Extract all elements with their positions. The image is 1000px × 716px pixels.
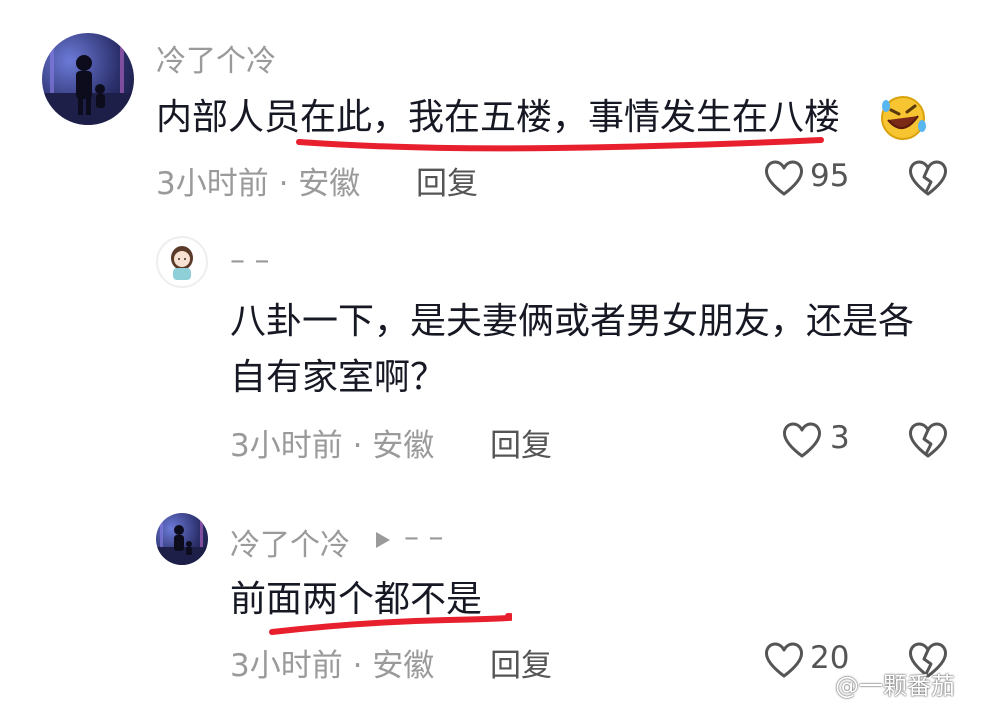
comment-text-line: 自有家室啊？ (230, 357, 447, 398)
comment-username[interactable]: 冷了个冷 (230, 520, 350, 564)
rolling-laughing-emoji-icon (878, 94, 928, 146)
comment-username[interactable]: – – (230, 243, 270, 278)
broken-heart-icon[interactable] (906, 420, 950, 464)
avatar[interactable] (42, 33, 134, 125)
broken-heart-icon[interactable] (906, 158, 950, 202)
avatar-figure-icon (42, 39, 134, 125)
comment-time-location: 3小时前 · 安徽 (156, 166, 361, 202)
reply-button[interactable]: 回复 (490, 640, 552, 685)
avatar-figure-icon (156, 517, 208, 565)
like-count: 95 (810, 158, 850, 194)
heart-icon[interactable] (781, 420, 823, 464)
like-count: 3 (830, 420, 850, 456)
comment-time-location: 3小时前 · 安徽 (230, 648, 435, 684)
comment-username[interactable]: 冷了个冷 (156, 36, 276, 80)
red-underline (269, 613, 512, 635)
comment-text-line: 八卦一下，是夫妻俩或者男女朋友，还是各 (230, 301, 915, 342)
heart-icon[interactable] (763, 158, 805, 202)
comment-time-location: 3小时前 · 安徽 (230, 428, 435, 464)
red-underline (296, 137, 824, 152)
avatar-girl-icon (171, 246, 193, 280)
reply-button[interactable]: 回复 (490, 420, 552, 465)
reply-to-username[interactable]: – – (404, 520, 444, 555)
reply-arrow-icon (374, 530, 392, 554)
avatar[interactable] (156, 513, 208, 565)
watermark: @一颗番茄 (835, 672, 955, 700)
heart-icon[interactable] (763, 640, 805, 684)
reply-button[interactable]: 回复 (416, 158, 478, 203)
avatar[interactable] (156, 236, 208, 288)
